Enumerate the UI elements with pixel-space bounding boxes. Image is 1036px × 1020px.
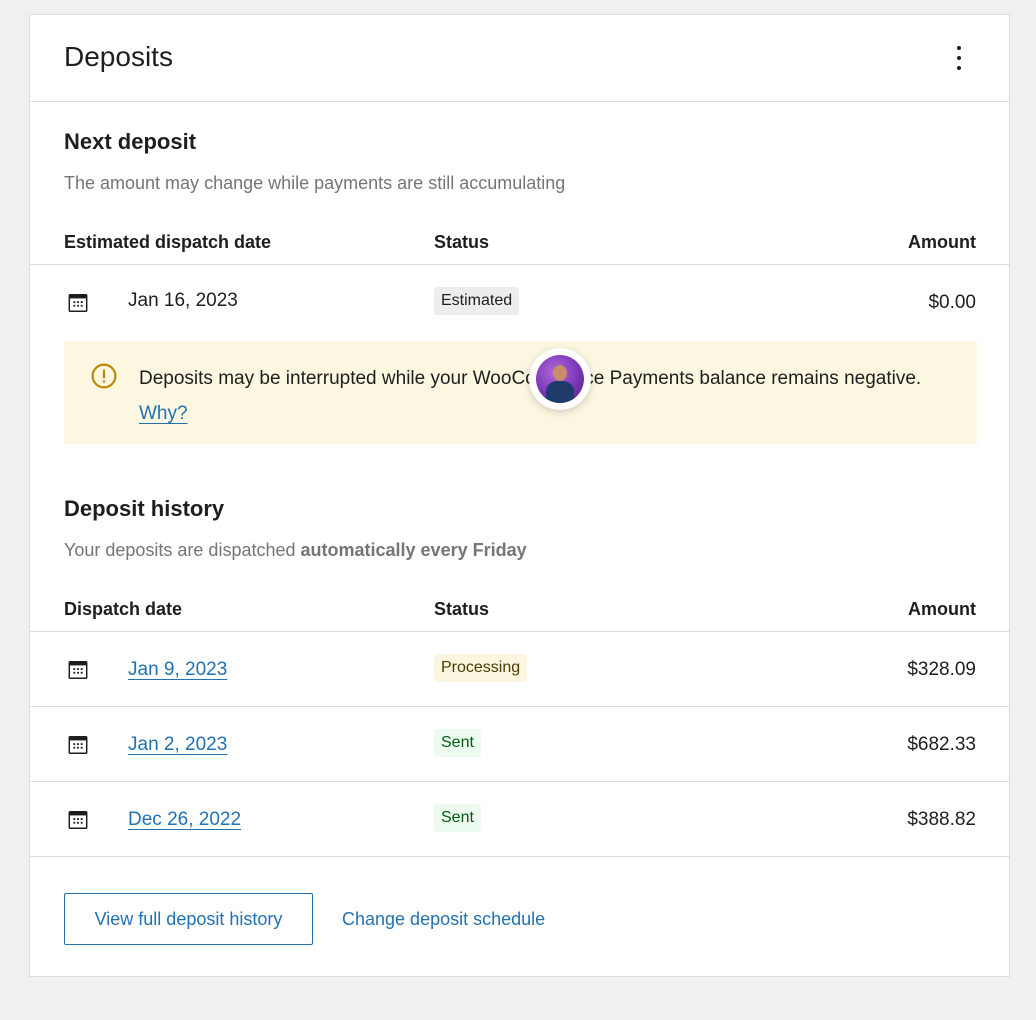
change-deposit-schedule-button[interactable]: Change deposit schedule [342, 893, 545, 945]
calendar-icon [68, 661, 88, 679]
row-divider [30, 706, 1009, 707]
deposit-amount: $328.09 [907, 659, 976, 680]
column-amount: Amount [908, 232, 976, 252]
next-deposit-date: Jan 16, 2023 [128, 290, 238, 311]
status-badge-sent: Sent [434, 804, 481, 832]
deposits-card: Deposits Next deposit The amount may cha… [29, 14, 1010, 977]
status-badge-estimated: Estimated [434, 287, 520, 315]
avatar[interactable] [529, 348, 591, 410]
next-deposit-title: Next deposit [64, 129, 197, 154]
header-divider [30, 264, 1009, 265]
deposit-history-title: Deposit history [64, 496, 225, 521]
deposit-history-subtitle: Your deposits are dispatched automatical… [64, 540, 527, 561]
row-divider [30, 856, 1009, 857]
deposit-amount: $388.82 [907, 809, 976, 830]
next-deposit-subtitle: The amount may change while payments are… [64, 173, 566, 193]
history-header-divider [30, 631, 1009, 632]
row-divider [30, 781, 1009, 782]
subtitle-prefix: Your deposits are dispatched [64, 540, 301, 560]
status-badge-processing: Processing [434, 654, 528, 682]
deposit-amount: $682.33 [907, 734, 976, 755]
calendar-icon [68, 294, 88, 312]
card-title: Deposits [64, 41, 173, 72]
avatar-image [536, 355, 584, 403]
calendar-icon [68, 811, 88, 829]
warning-icon [91, 363, 117, 389]
deposit-date-link[interactable]: Dec 26, 2022 [128, 809, 241, 831]
column-estimated-dispatch-date: Estimated dispatch date [64, 232, 272, 252]
deposit-date-link[interactable]: Jan 9, 2023 [128, 659, 227, 681]
why-link[interactable]: Why? [139, 403, 188, 424]
column-status: Status [434, 232, 490, 252]
card-header: Deposits [30, 15, 1009, 102]
deposit-date-link[interactable]: Jan 2, 2023 [128, 734, 227, 756]
subtitle-bold: automatically every Friday [300, 540, 527, 560]
more-vertical-icon[interactable] [947, 43, 971, 73]
calendar-icon [68, 736, 88, 754]
column-amount: Amount [908, 599, 976, 619]
view-full-deposit-history-button[interactable]: View full deposit history [64, 893, 313, 945]
column-status: Status [434, 599, 490, 619]
status-badge-sent: Sent [434, 729, 481, 757]
column-dispatch-date: Dispatch date [64, 599, 183, 619]
negative-balance-notice: Deposits may be interrupted while your W… [64, 341, 977, 444]
next-deposit-amount: $0.00 [928, 292, 976, 313]
